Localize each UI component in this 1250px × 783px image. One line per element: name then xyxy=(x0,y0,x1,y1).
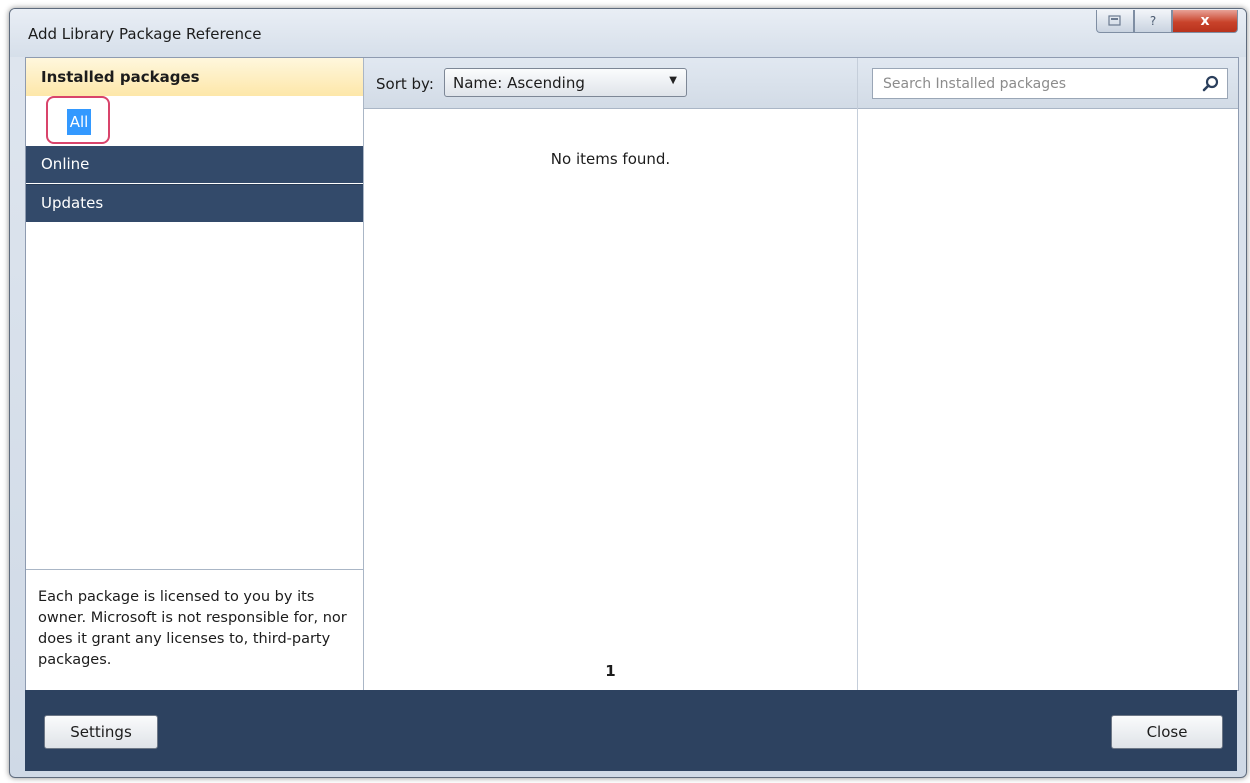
sort-label: Sort by: xyxy=(376,75,434,93)
search-box xyxy=(872,68,1228,99)
license-text: Each package is licensed to you by its o… xyxy=(38,589,347,668)
search-icon[interactable] xyxy=(1201,74,1221,94)
empty-results-message: No items found. xyxy=(550,150,671,168)
sort-selected-value: Name: Ascending xyxy=(453,74,585,92)
sort-dropdown[interactable]: Name: Ascending ▼ xyxy=(444,68,687,97)
dialog-client-area: Installed packages All Online Updates Ea… xyxy=(25,57,1239,691)
window-title: Add Library Package Reference xyxy=(28,25,262,43)
package-details-panel xyxy=(858,58,1238,690)
add-library-package-reference-dialog: Add Library Package Reference ? x Instal… xyxy=(9,8,1247,778)
search-input[interactable] xyxy=(873,69,1193,98)
chevron-down-icon: ▼ xyxy=(669,75,677,86)
sidebar-item-updates[interactable]: Updates xyxy=(26,184,363,222)
window-icon xyxy=(1108,15,1121,26)
all-packages-label: All xyxy=(67,109,91,135)
package-source-panel: Installed packages All Online Updates Ea… xyxy=(26,58,364,691)
sort-bar: Sort by: Name: Ascending ▼ xyxy=(364,58,857,109)
close-icon[interactable]: x xyxy=(1172,10,1238,33)
caption-buttons: ? x xyxy=(1096,10,1238,36)
installed-packages-label: Installed packages xyxy=(41,68,200,86)
dialog-footer: Settings Close xyxy=(25,690,1237,771)
all-packages-item[interactable]: All xyxy=(46,96,110,144)
installed-packages-header[interactable]: Installed packages xyxy=(26,58,363,96)
sidebar-item-label: Updates xyxy=(41,194,104,212)
package-list-panel: Sort by: Name: Ascending ▼ No items foun… xyxy=(364,58,858,690)
caption-small-icon[interactable] xyxy=(1096,10,1134,33)
sidebar-item-online[interactable]: Online xyxy=(26,146,363,183)
search-bar xyxy=(858,58,1238,109)
close-button[interactable]: Close xyxy=(1111,715,1223,749)
page-number[interactable]: 1 xyxy=(364,662,857,680)
settings-button[interactable]: Settings xyxy=(44,715,158,749)
help-icon[interactable]: ? xyxy=(1134,10,1172,33)
license-notice: Each package is licensed to you by its o… xyxy=(26,569,363,691)
sidebar-item-label: Online xyxy=(41,155,90,173)
title-bar: Add Library Package Reference ? x xyxy=(10,9,1246,57)
